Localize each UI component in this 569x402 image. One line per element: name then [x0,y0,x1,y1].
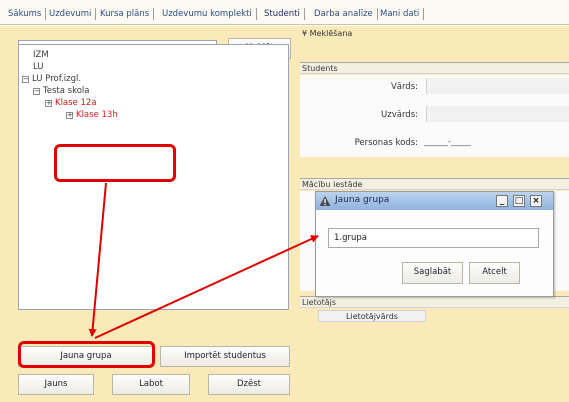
arrow-tree-to-button [88,182,107,337]
arrow-button-to-dialog [94,235,319,339]
annotation-arrows [88,182,319,339]
